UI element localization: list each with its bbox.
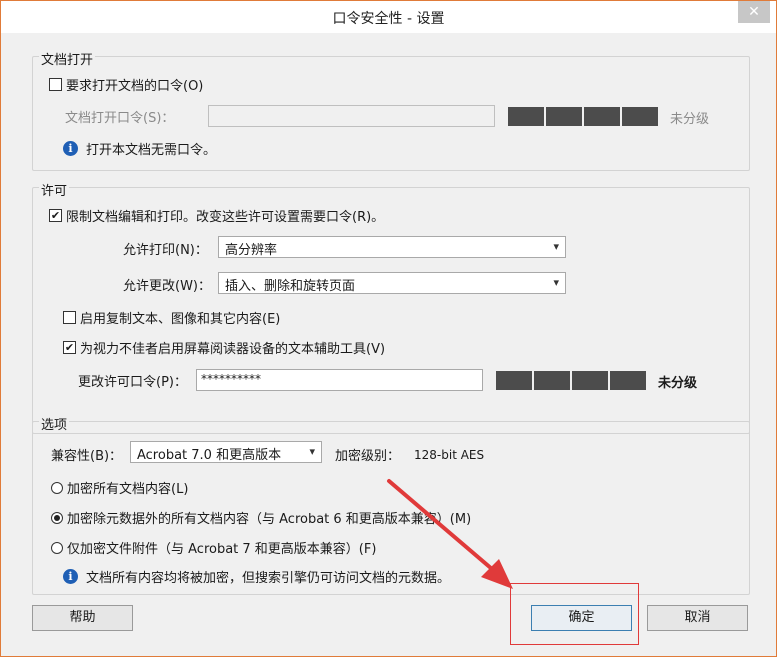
cancel-button[interactable]: 取消: [647, 605, 748, 631]
doc-open-group-title: 文档打开: [39, 49, 96, 68]
open-info-text: 打开本文档无需口令。: [86, 143, 217, 158]
print-label: 允许打印(N)：: [123, 243, 208, 258]
encrypt-level-label: 加密级别：: [335, 449, 401, 464]
strength-segment: [546, 107, 582, 126]
restrict-edit-label: 限制文档编辑和打印。改变这些许可设置需要口令(R)。: [66, 210, 385, 225]
open-strength-text-row: 未分级: [670, 108, 709, 127]
accessibility-row[interactable]: ✔ 为视力不佳者启用屏幕阅读器设备的文本辅助工具(V): [63, 338, 385, 357]
dialog-title: 口令安全性 - 设置: [332, 11, 445, 27]
compat-select[interactable]: Acrobat 7.0 和更高版本 ▾: [130, 441, 322, 463]
compat-label-row: 兼容性(B)：: [51, 445, 122, 464]
perm-password-field[interactable]: **********: [196, 369, 483, 391]
help-button[interactable]: 帮助: [32, 605, 133, 631]
encrypt-level-row: 加密级别： 128-bit AES: [335, 445, 485, 465]
perm-password-label-row: 更改许可口令(P)：: [78, 371, 187, 390]
perm-strength-text-row: 未分级: [658, 372, 697, 391]
perm-password-label: 更改许可口令(P)：: [78, 375, 187, 390]
chevron-down-icon: ▾: [309, 445, 315, 458]
info-icon: i: [63, 141, 78, 156]
perm-strength-text: 未分级: [658, 376, 698, 391]
change-label: 允许更改(W)：: [123, 279, 211, 294]
radio-button[interactable]: [51, 541, 63, 554]
title-bar: 口令安全性 - 设置 ✕: [1, 1, 776, 33]
strength-segment: [584, 107, 620, 126]
dialog-content: 文档打开 要求打开文档的口令(O) 文档打开口令(S)： 未分级 i 打开本文档…: [1, 33, 776, 656]
open-info-row: i 打开本文档无需口令。: [63, 139, 216, 158]
info-icon: i: [63, 569, 78, 584]
require-open-password-checkbox[interactable]: [49, 78, 62, 91]
radio-label: 仅加密文件附件（与 Acrobat 7 和更高版本兼容）(F): [67, 542, 377, 557]
radio-button[interactable]: [51, 511, 63, 524]
copy-content-label: 启用复制文本、图像和其它内容(E): [80, 312, 281, 327]
open-password-field[interactable]: [208, 105, 495, 127]
require-open-password-row[interactable]: 要求打开文档的口令(O): [49, 75, 203, 94]
permissions-group-title: 许可: [39, 180, 70, 199]
strength-segment: [622, 107, 658, 126]
strength-segment: [496, 371, 532, 390]
close-button[interactable]: ✕: [738, 1, 770, 23]
compat-select-value: Acrobat 7.0 和更高版本: [137, 448, 282, 463]
open-password-label-row: 文档打开口令(S)：: [65, 107, 174, 126]
accessibility-label: 为视力不佳者启用屏幕阅读器设备的文本辅助工具(V): [80, 342, 386, 357]
radio-selected-dot: [54, 514, 60, 521]
options-group-title: 选项: [39, 414, 70, 433]
compat-label: 兼容性(B)：: [51, 449, 123, 464]
chevron-down-icon: ▾: [553, 276, 559, 289]
print-label-row: 允许打印(N)：: [123, 239, 208, 258]
restrict-edit-checkbox[interactable]: ✔: [49, 209, 62, 222]
close-icon: ✕: [748, 4, 760, 20]
perm-password-strength-meter: [496, 371, 646, 390]
change-select-value: 插入、删除和旋转页面: [225, 279, 356, 294]
strength-segment: [534, 371, 570, 390]
strength-segment: [508, 107, 544, 126]
copy-content-checkbox[interactable]: [63, 311, 76, 324]
print-select-value: 高分辨率: [225, 243, 278, 258]
change-select[interactable]: 插入、删除和旋转页面 ▾: [218, 272, 566, 294]
chevron-down-icon: ▾: [553, 240, 559, 253]
radio-label: 加密所有文档内容(L): [67, 482, 189, 497]
encrypt-level-value: 128-bit AES: [414, 447, 485, 462]
annotation-arrow: [387, 479, 513, 589]
accessibility-checkbox[interactable]: ✔: [63, 341, 76, 354]
require-open-password-label: 要求打开文档的口令(O): [66, 79, 204, 94]
radio-encrypt-attachments[interactable]: 仅加密文件附件（与 Acrobat 7 和更高版本兼容）(F): [51, 538, 376, 557]
copy-content-row[interactable]: 启用复制文本、图像和其它内容(E): [63, 308, 280, 327]
change-label-row: 允许更改(W)：: [123, 275, 211, 294]
print-select[interactable]: 高分辨率 ▾: [218, 236, 566, 258]
open-password-strength-meter: [508, 107, 658, 126]
strength-segment: [610, 371, 646, 390]
open-strength-text: 未分级: [670, 112, 710, 127]
password-security-dialog: 口令安全性 - 设置 ✕ 文档打开 要求打开文档的口令(O) 文档打开口令(S)…: [0, 0, 777, 657]
open-password-label: 文档打开口令(S)：: [65, 111, 175, 126]
radio-button[interactable]: [51, 481, 63, 494]
restrict-edit-row[interactable]: ✔ 限制文档编辑和打印。改变这些许可设置需要口令(R)。: [49, 206, 384, 225]
strength-segment: [572, 371, 608, 390]
radio-encrypt-all[interactable]: 加密所有文档内容(L): [51, 478, 188, 497]
